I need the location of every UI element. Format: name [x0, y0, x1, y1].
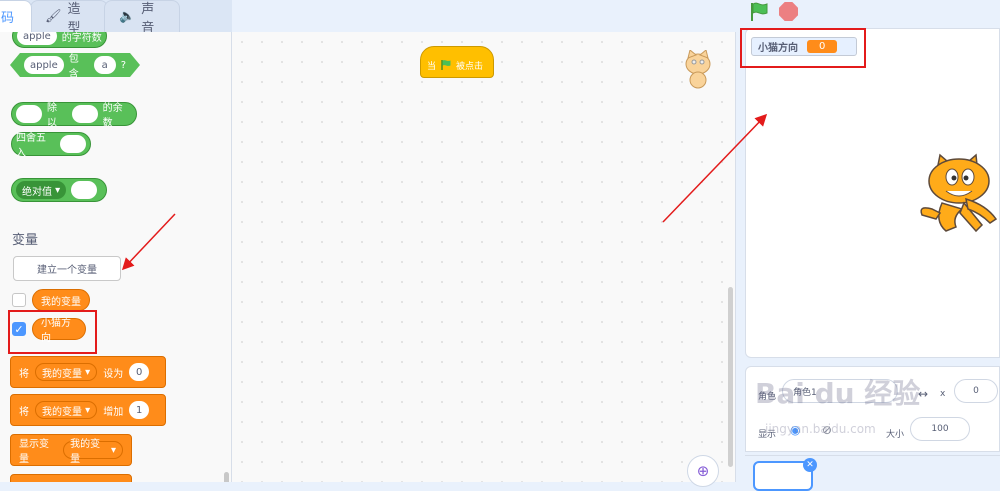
- show-eye-icon[interactable]: ◉: [790, 423, 800, 437]
- sprite-thumbnail[interactable]: ✕: [753, 458, 817, 491]
- sprite-list: ✕: [745, 455, 1000, 491]
- hide-eye-icon[interactable]: ⊘: [822, 423, 832, 437]
- delete-sprite-icon[interactable]: ✕: [803, 458, 817, 472]
- x-input[interactable]: 0: [954, 379, 998, 403]
- size-input[interactable]: 100: [910, 417, 970, 441]
- arrow-to-stage: [662, 113, 768, 223]
- arrow-to-make-variable: [121, 213, 176, 271]
- show-label: 显示: [758, 430, 777, 440]
- sprite-info-panel: 角色 角色1 ↔ x 0 显示 ◉ ⊘ 大小 100: [745, 366, 1000, 452]
- size-label: 大小: [886, 430, 905, 440]
- x-label: x: [940, 389, 946, 399]
- sprite-name-label: 角色: [758, 392, 777, 402]
- tab-code[interactable]: 码: [0, 0, 32, 32]
- x-arrows-icon: ↔: [918, 387, 929, 401]
- tab-code-label: 码: [1, 11, 15, 26]
- sprite-name-input[interactable]: 角色1: [782, 379, 898, 403]
